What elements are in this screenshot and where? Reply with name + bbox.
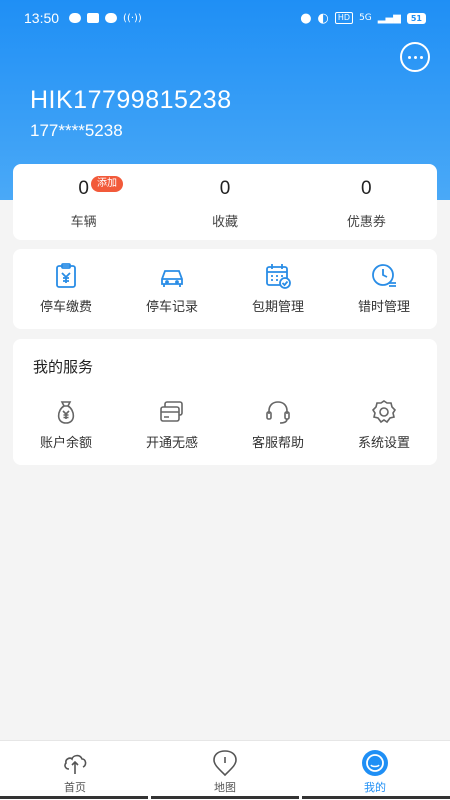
tool-label: 停车记录 <box>145 300 198 315</box>
service-customer-help[interactable]: 客服帮助 <box>225 397 331 457</box>
phone-number: 177****5238 <box>30 121 123 140</box>
username: HIK17799815238 <box>30 86 232 114</box>
chat-notification-icon <box>69 13 82 23</box>
money-bag-icon <box>57 401 75 424</box>
home-cloud-icon <box>64 754 87 774</box>
stat-coupons[interactable]: 0 优惠券 <box>296 164 437 240</box>
stat-label: 优惠券 <box>346 215 386 230</box>
headset-icon <box>266 401 290 424</box>
nav-segment <box>302 796 450 799</box>
bottom-tab-bar: 首页 地图 我的 <box>0 740 450 800</box>
stat-value: 0 <box>78 178 89 199</box>
nfc-icon: ((·)) <box>123 12 142 24</box>
services-card: 我的服务 账户余额 开通无感 客服帮助 系统设置 <box>13 339 437 465</box>
tab-label: 首页 <box>64 781 86 794</box>
tab-map[interactable]: 地图 <box>150 741 300 800</box>
car-icon <box>161 270 183 287</box>
status-bar: 13:50 ((·)) ● ◐ HD 5G ▂▄▆ 51 <box>0 0 450 36</box>
clock-icon <box>372 264 396 287</box>
tab-label: 我的 <box>364 781 386 794</box>
tool-period-management[interactable]: 包期管理 <box>225 249 331 329</box>
status-time: 13:50 <box>24 10 60 26</box>
stats-card: 0 添加 车辆 0 收藏 0 优惠券 <box>13 164 437 240</box>
stat-value: 0 <box>219 178 231 199</box>
message-dot <box>413 55 417 59</box>
tool-parking-pay[interactable]: 停车缴费 <box>13 249 119 329</box>
tool-label: 停车缴费 <box>39 300 92 315</box>
message-button[interactable] <box>400 42 430 72</box>
network-label: 5G <box>359 13 372 23</box>
tool-offpeak-management[interactable]: 错时管理 <box>331 249 437 329</box>
services-title: 我的服务 <box>33 358 94 376</box>
profile-icon <box>362 750 388 776</box>
message-dot <box>407 55 411 59</box>
add-vehicle-badge[interactable]: 添加 <box>91 176 123 192</box>
stat-label: 收藏 <box>211 215 238 230</box>
status-right: ● ◐ HD 5G ▂▄▆ 51 <box>300 11 426 26</box>
location-icon: ● <box>300 10 312 26</box>
service-system-settings[interactable]: 系统设置 <box>331 397 437 457</box>
gear-icon <box>371 400 397 424</box>
tab-label: 地图 <box>214 781 236 794</box>
stat-value: 0 <box>361 178 372 199</box>
battery-icon: 51 <box>406 12 426 24</box>
map-pin-icon <box>213 750 237 777</box>
tool-label: 包期管理 <box>251 300 304 315</box>
hd-icon: HD <box>334 12 354 24</box>
notification-icons: ((·)) <box>69 13 142 24</box>
stat-vehicles[interactable]: 0 添加 车辆 <box>13 164 154 240</box>
tool-parking-records[interactable]: 停车记录 <box>119 249 225 329</box>
app-notification-icon <box>87 13 100 23</box>
mute-icon: ◐ <box>317 10 329 26</box>
calendar-check-icon <box>266 264 291 289</box>
service-label: 客服帮助 <box>251 436 304 451</box>
tools-card: 停车缴费 停车记录 包期管理 错时管理 <box>13 249 437 329</box>
parking-pay-icon <box>56 263 76 288</box>
service-label: 系统设置 <box>357 436 410 451</box>
tab-home[interactable]: 首页 <box>0 741 150 800</box>
services-row: 账户余额 开通无感 客服帮助 系统设置 <box>13 397 437 457</box>
stat-favorites[interactable]: 0 收藏 <box>154 164 295 240</box>
nav-segment <box>151 796 299 799</box>
service-label: 账户余额 <box>39 436 92 451</box>
signal-icon: ▂▄▆ <box>377 12 401 24</box>
tab-mine[interactable]: 我的 <box>300 741 450 800</box>
message-dot <box>419 55 423 59</box>
compass-notification-icon <box>105 13 118 23</box>
stat-label: 车辆 <box>70 215 97 230</box>
service-account-balance[interactable]: 账户余额 <box>13 397 119 457</box>
service-activate-seamless[interactable]: 开通无感 <box>119 397 225 457</box>
tool-label: 错时管理 <box>357 300 410 315</box>
card-icon <box>160 401 183 422</box>
service-label: 开通无感 <box>145 436 198 451</box>
nav-segment <box>0 796 148 799</box>
system-nav-indicator <box>0 796 450 800</box>
